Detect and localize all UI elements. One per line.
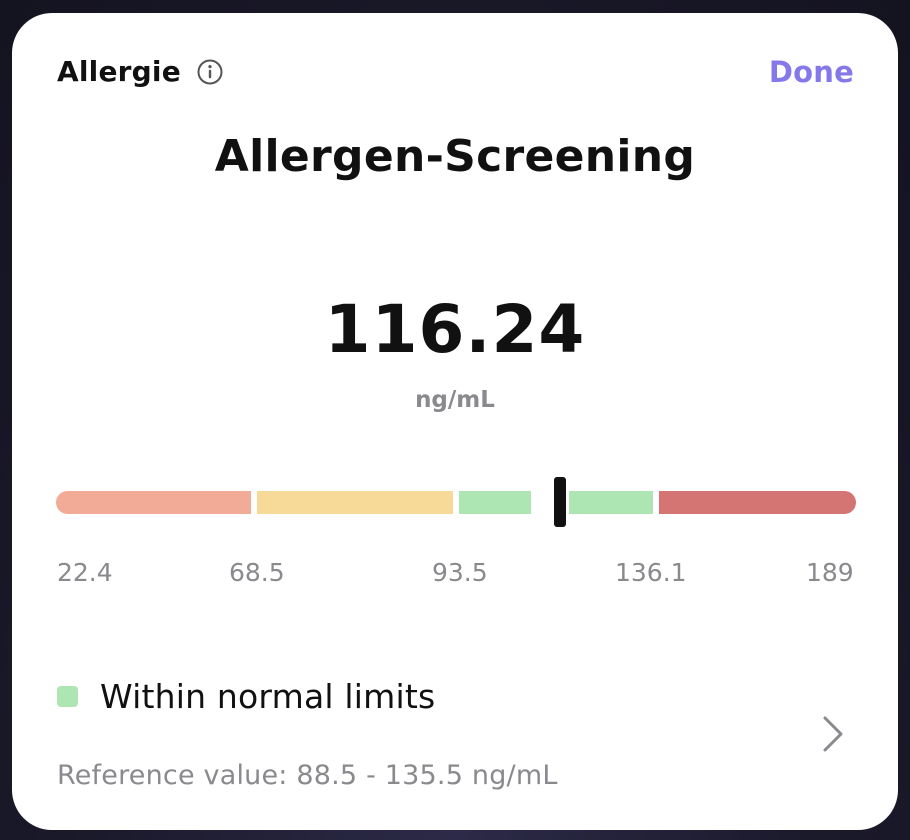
tick-label-min: 22.4 [57,558,113,587]
tick-label-2: 68.5 [229,558,285,587]
gauge-segment-borderline-low [257,491,453,514]
gauge-segment-normal-left [459,491,531,514]
tick-label-4: 136.1 [615,558,687,587]
test-title: Allergen-Screening [214,131,696,182]
chevron-right-icon[interactable] [822,715,844,753]
range-gauge [56,474,856,530]
category-header: Allergie [57,55,223,88]
result-value: 116.24 [324,291,586,368]
tick-label-max: 189 [806,558,854,587]
status-indicator [57,686,78,707]
result-unit: ng/mL [415,387,495,413]
result-card: Allergie Done Allergen-Screening 116.24 … [12,13,898,830]
gauge-segment-low [56,491,251,514]
category-label: Allergie [57,55,181,88]
done-button[interactable]: Done [769,55,854,89]
tick-label-3: 93.5 [432,558,488,587]
info-circle-icon[interactable] [197,59,223,85]
status-label: Within normal limits [100,677,436,716]
value-marker [550,474,569,530]
reference-value: Reference value: 88.5 - 135.5 ng/mL [57,760,558,791]
status-row: Within normal limits [57,677,435,716]
gauge-segment-high [659,491,856,514]
